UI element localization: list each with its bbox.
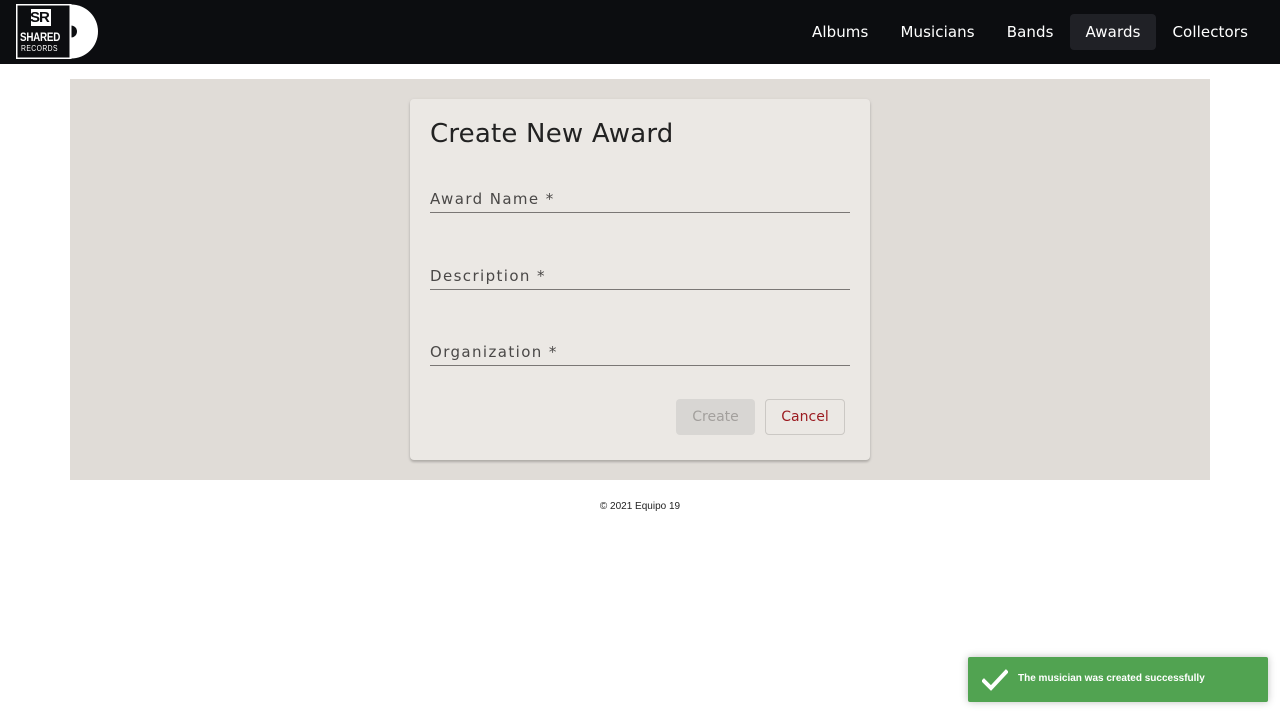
create-button[interactable]: Create [676,399,755,435]
award-name-field[interactable]: Award Name * [430,173,850,213]
top-navbar: SR SHARED RECORDS Albums Musicians Bands… [0,0,1280,64]
organization-input[interactable] [430,341,850,363]
footer-copyright: © 2021 Equipo 19 [599,501,681,512]
content-area: Create New Award Award Name * Descriptio… [70,79,1210,480]
nav-item-albums[interactable]: Albums [796,14,884,50]
nav-item-musicians[interactable]: Musicians [884,14,990,50]
logo-text-shared: SHARED [20,30,61,44]
shared-records-logo[interactable]: SR SHARED RECORDS [16,4,99,59]
check-icon [981,668,1009,692]
logo-text-sr: SR [30,9,50,26]
toast-message: The musician was created successfully [1018,673,1205,684]
create-award-card: Create New Award Award Name * Descriptio… [410,99,870,460]
success-toast[interactable]: The musician was created successfully [968,657,1268,702]
form-title: Create New Award [430,119,674,149]
award-name-input[interactable] [430,188,850,210]
nav-item-awards[interactable]: Awards [1069,14,1157,50]
main-nav: Albums Musicians Bands Awards Collectors [796,14,1264,50]
description-input[interactable] [430,265,850,287]
organization-field[interactable]: Organization * [430,326,850,366]
description-field[interactable]: Description * [430,250,850,290]
nav-item-collectors[interactable]: Collectors [1156,14,1264,50]
nav-item-bands[interactable]: Bands [991,14,1070,50]
cancel-button[interactable]: Cancel [765,399,845,435]
logo-text-records: RECORDS [21,44,58,53]
